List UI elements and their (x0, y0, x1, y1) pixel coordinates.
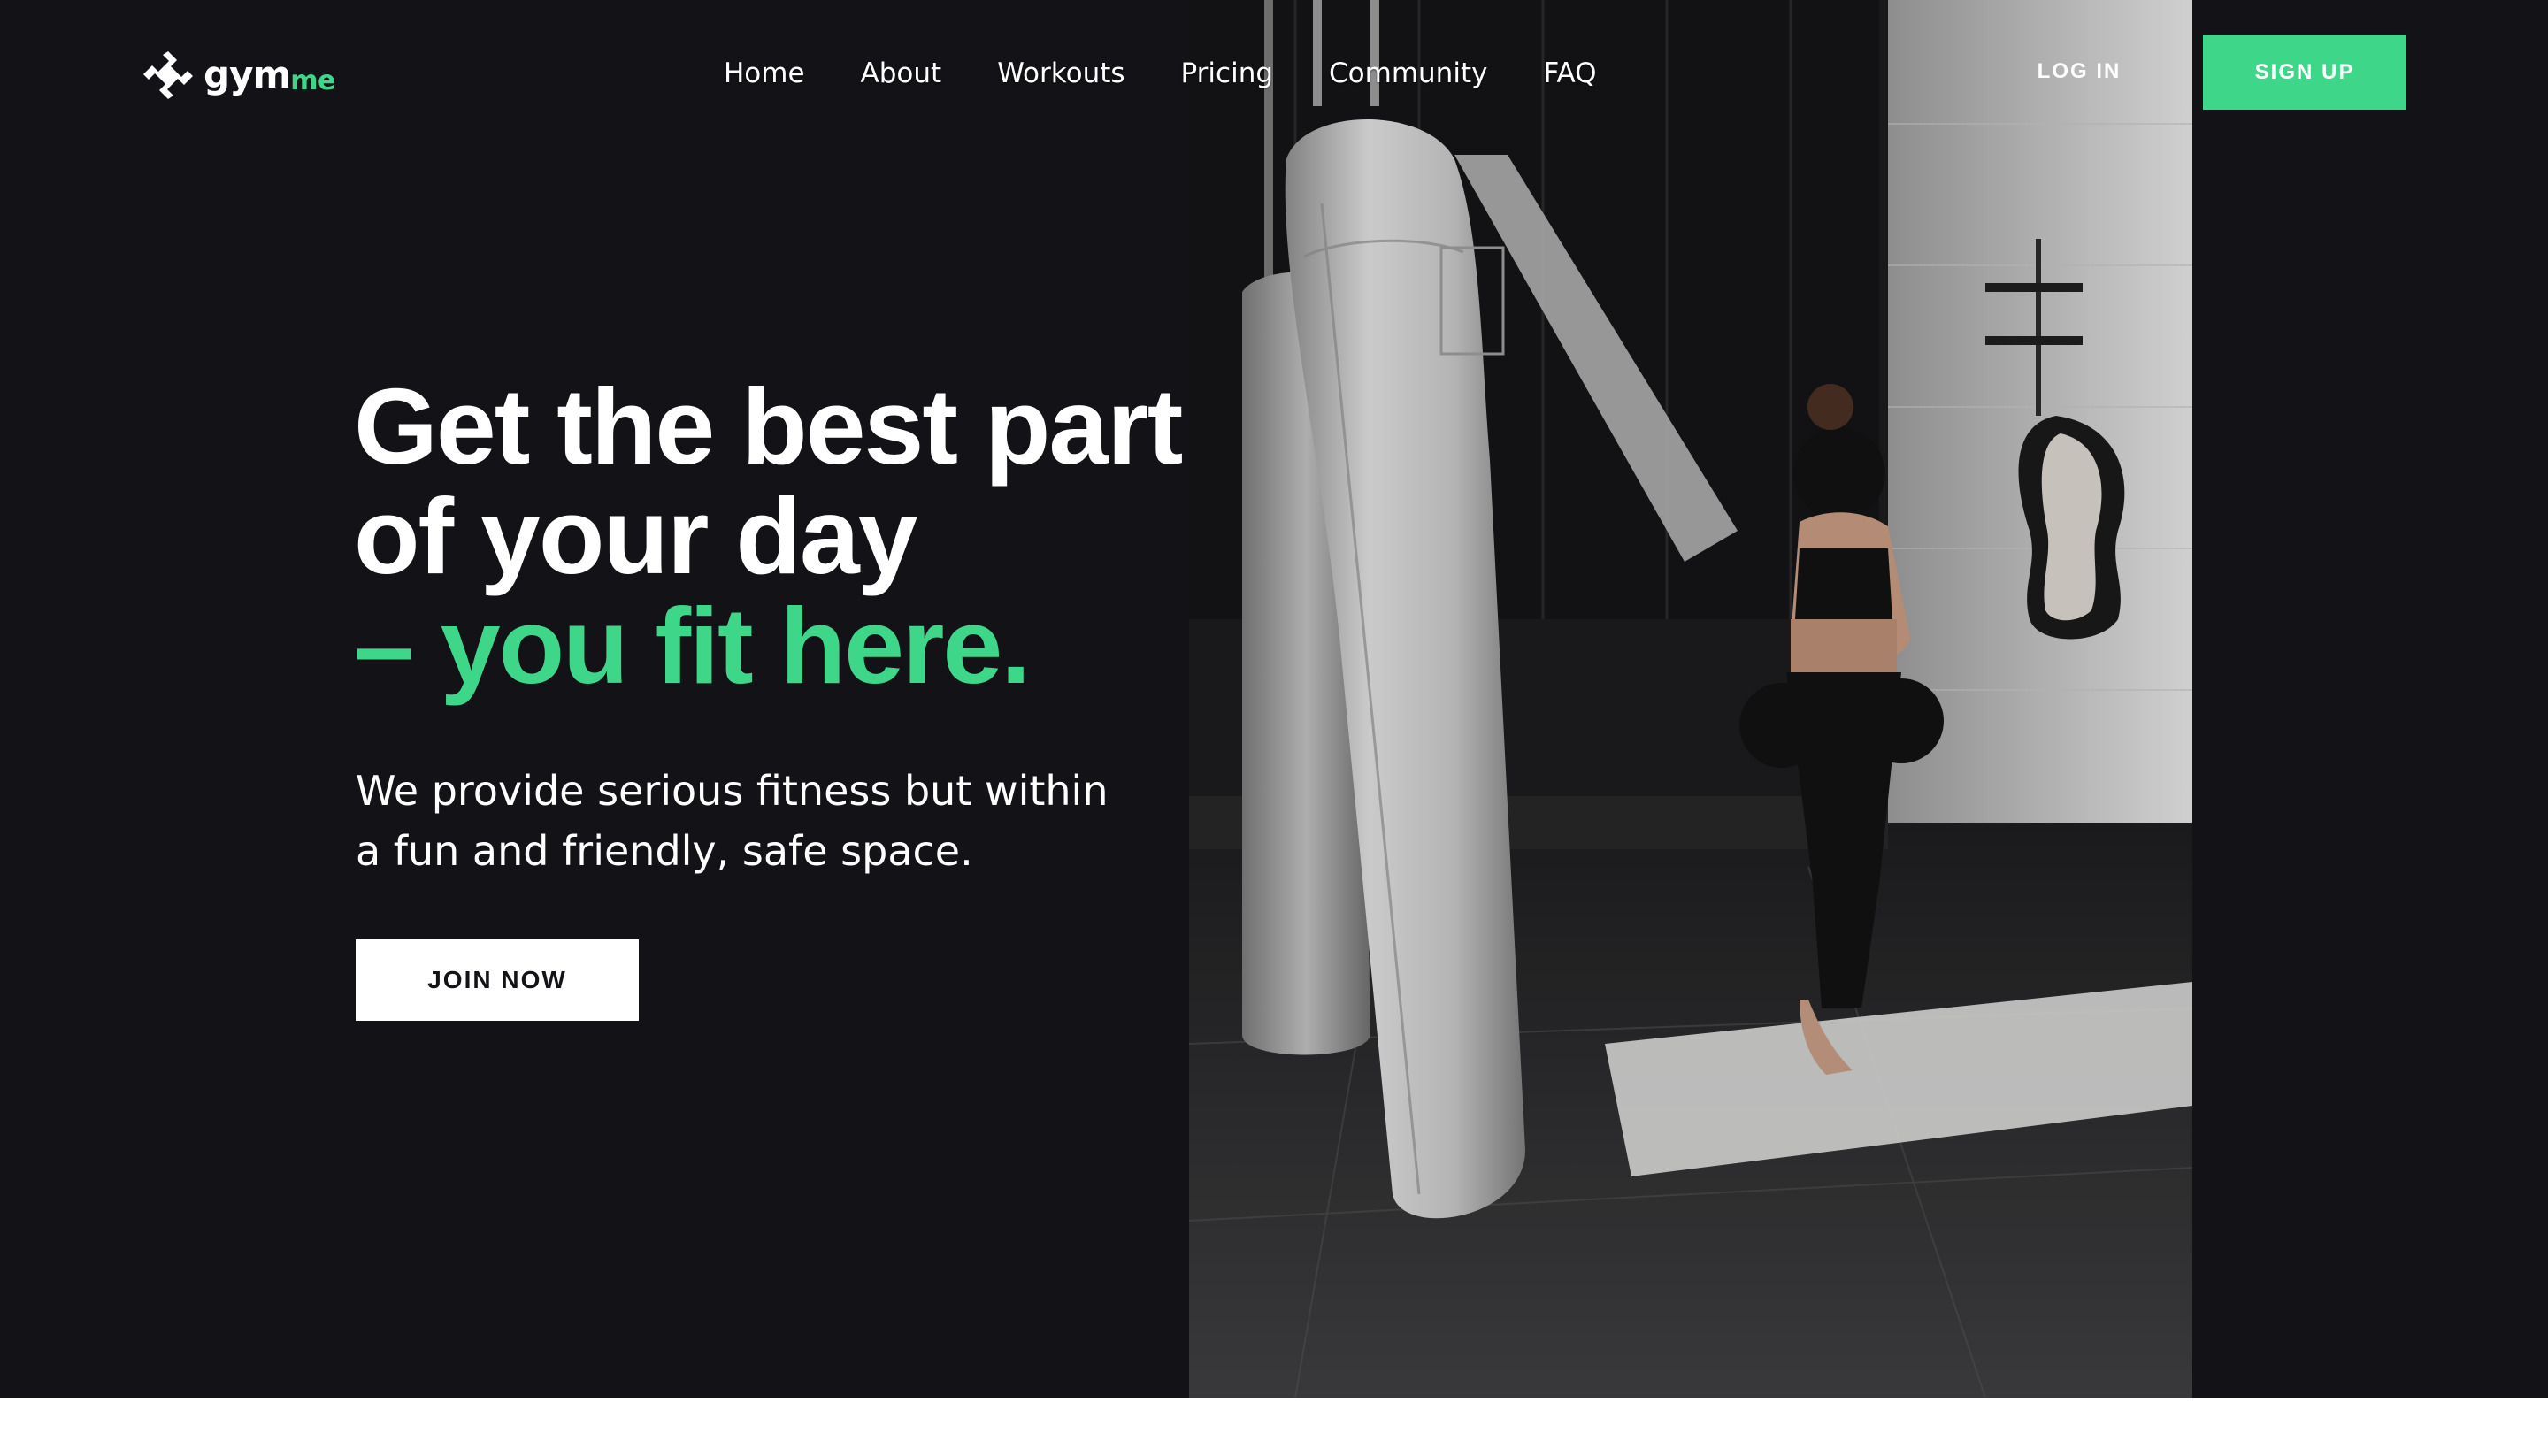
headline-line-1: Get the best part (354, 366, 1183, 487)
signup-button[interactable]: SIGN UP (2203, 35, 2406, 110)
subtitle-line-1: We provide serious fitness but within (356, 767, 1109, 815)
nav-item-faq[interactable]: FAQ (1543, 57, 1596, 89)
login-button[interactable]: LOG IN (2008, 50, 2150, 94)
headline-accent: – you fit here. (354, 586, 1031, 706)
subtitle-line-2: a fun and friendly, safe space. (356, 827, 973, 875)
join-now-button[interactable]: JOIN NOW (356, 939, 639, 1021)
brand-name-accent: me (290, 65, 335, 96)
hero-headline: Get the best part of your day – you fit … (354, 366, 1183, 706)
main-nav: Home About Workouts Pricing Community FA… (724, 51, 1597, 96)
nav-item-about[interactable]: About (861, 57, 942, 89)
hero-section: gym me Home About Workouts Pricing Commu… (0, 0, 2548, 1398)
headline-line-2: of your day (354, 476, 918, 596)
hero-subtitle: We provide serious fitness but within a … (356, 761, 1152, 881)
nav-item-workouts[interactable]: Workouts (997, 57, 1124, 89)
hero-photo (1189, 0, 2192, 1398)
brand-name: gym (203, 52, 291, 96)
nav-item-pricing[interactable]: Pricing (1181, 57, 1274, 89)
gymme-logo-icon (142, 48, 195, 101)
nav-item-community[interactable]: Community (1329, 57, 1487, 89)
nav-item-home[interactable]: Home (724, 57, 805, 89)
brand-logo[interactable]: gym me (142, 46, 335, 103)
